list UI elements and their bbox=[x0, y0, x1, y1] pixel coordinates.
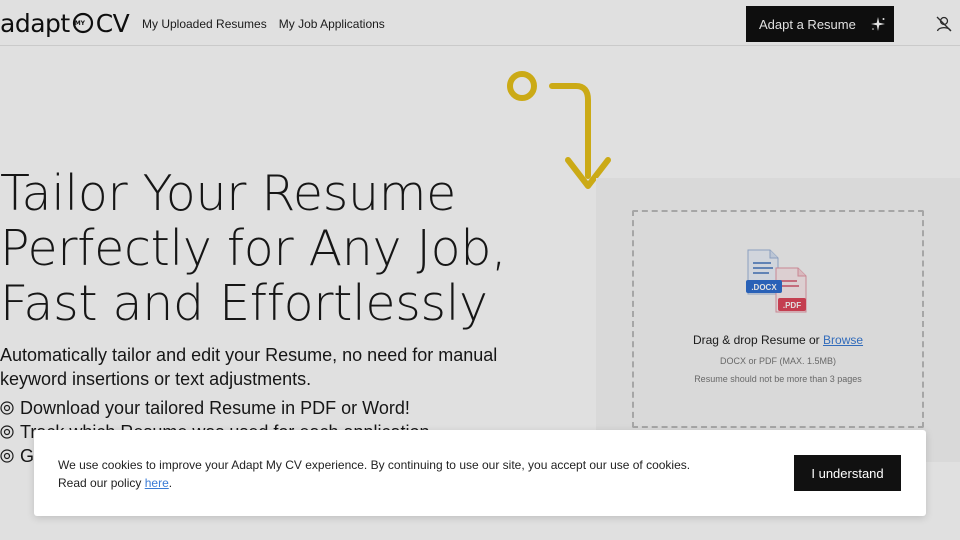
cookie-message: We use cookies to improve your Adapt My … bbox=[58, 456, 758, 492]
cookie-line-2: Read our policy here. bbox=[58, 474, 758, 492]
cookie-banner: We use cookies to improve your Adapt My … bbox=[34, 430, 926, 516]
accept-cookies-button[interactable]: I understand bbox=[794, 455, 901, 491]
cookie-policy-link[interactable]: here bbox=[145, 476, 169, 490]
cookie-line-1: We use cookies to improve your Adapt My … bbox=[58, 458, 691, 472]
cookie-policy-suffix: . bbox=[168, 476, 173, 490]
cookie-policy-prefix: Read our policy bbox=[58, 476, 145, 490]
